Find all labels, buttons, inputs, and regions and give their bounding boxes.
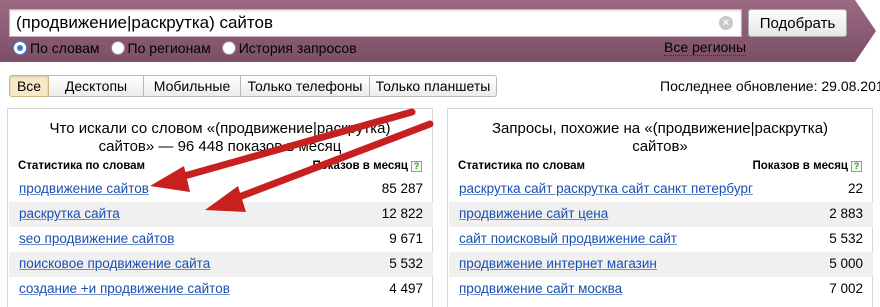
mode-radio-group: По словам По регионам История запросов <box>13 40 368 56</box>
mode-history[interactable]: История запросов <box>221 40 357 56</box>
impressions-count: 5 532 <box>389 256 423 271</box>
impressions-count: 9 671 <box>389 231 423 246</box>
close-icon[interactable]: × <box>719 16 733 30</box>
search-banner: × Подобрать По словам По регионам Истори… <box>0 0 880 62</box>
tab-mobile[interactable]: Мобильные <box>144 75 241 97</box>
column-header-count-label: Показов в месяц <box>752 160 849 172</box>
phrase-link[interactable]: seo продвижение сайтов <box>19 231 174 246</box>
mode-label: По регионам <box>127 40 211 56</box>
impressions-count: 22 <box>847 181 863 196</box>
mode-by-words[interactable]: По словам <box>13 40 100 56</box>
radio-unchecked-icon[interactable] <box>110 41 125 55</box>
device-tabs: Все Десктопы Мобильные Только телефоны Т… <box>9 75 497 97</box>
table-row: сайт поисковый продвижение сайт 5 532 <box>449 227 873 252</box>
radio-checked-icon[interactable] <box>13 41 27 55</box>
word-stats-panel: Что искали со словом «(продвижение|раскр… <box>7 108 433 307</box>
phrase-link[interactable]: продвижение сайт москва <box>459 281 622 296</box>
impressions-count: 2 883 <box>829 206 863 221</box>
impressions-count: 5 532 <box>829 231 863 246</box>
table-row: раскрутка сайта 12 822 <box>9 202 433 227</box>
tab-tablets-only[interactable]: Только планшеты <box>370 75 497 97</box>
search-box: × <box>9 9 742 37</box>
tab-all[interactable]: Все <box>9 75 49 97</box>
column-header-count-label: Показов в месяц <box>312 160 409 172</box>
word-stats-list: продвижение сайтов 85 287 раскрутка сайт… <box>9 177 433 302</box>
impressions-count: 85 287 <box>381 181 423 196</box>
panel-title: Что искали со словом «(продвижение|раскр… <box>49 120 391 155</box>
search-input[interactable] <box>16 12 706 34</box>
column-header-phrase: Статистика по словам <box>458 160 586 172</box>
phrase-link[interactable]: продвижение интернет магазин <box>459 256 657 271</box>
impressions-count: 12 822 <box>381 206 423 221</box>
mode-label: История запросов <box>238 40 357 56</box>
impressions-count: 4 497 <box>389 281 423 296</box>
help-icon[interactable]: ? <box>851 160 862 172</box>
mode-by-regions[interactable]: По регионам <box>110 40 211 56</box>
panel-title: Запросы, похожие на «(продвижение|раскру… <box>491 120 829 155</box>
phrase-link[interactable]: сайт поисковый продвижение сайт <box>459 231 677 246</box>
phrase-link[interactable]: поисковое продвижение сайта <box>19 256 210 271</box>
tab-phones-only[interactable]: Только телефоны <box>241 75 370 97</box>
phrase-link[interactable]: продвижение сайтов <box>19 181 149 196</box>
mode-label: По словам <box>30 40 100 56</box>
table-row: раскрутка сайт раскрутка сайт санкт пете… <box>449 177 873 202</box>
similar-queries-panel: Запросы, похожие на «(продвижение|раскру… <box>447 108 873 307</box>
impressions-count: 7 002 <box>829 281 863 296</box>
table-row: продвижение интернет магазин 5 000 <box>449 252 873 277</box>
similar-queries-list: раскрутка сайт раскрутка сайт санкт пете… <box>449 177 873 302</box>
phrase-link[interactable]: продвижение сайт цена <box>459 206 608 221</box>
all-regions-link[interactable]: Все регионы <box>664 40 747 56</box>
table-row: создание +и продвижение сайтов 4 497 <box>9 277 433 302</box>
column-header-phrase: Статистика по словам <box>18 160 146 172</box>
table-row: продвижение сайт цена 2 883 <box>449 202 873 227</box>
table-row: продвижение сайт москва 7 002 <box>449 277 873 302</box>
submit-button[interactable]: Подобрать <box>748 9 847 37</box>
column-header-count: Показов в месяц ? <box>752 160 862 172</box>
phrase-link[interactable]: раскрутка сайта <box>19 206 120 221</box>
column-header-count: Показов в месяц ? <box>312 160 422 172</box>
radio-unchecked-icon[interactable] <box>221 41 236 55</box>
table-row: seo продвижение сайтов 9 671 <box>9 227 433 252</box>
impressions-count: 5 000 <box>829 256 863 271</box>
tab-desktop[interactable]: Десктопы <box>49 75 144 97</box>
last-update-text: Последнее обновление: 29.08.2019 <box>660 78 880 94</box>
phrase-link[interactable]: создание +и продвижение сайтов <box>19 281 230 296</box>
help-icon[interactable]: ? <box>411 160 422 172</box>
table-row: поисковое продвижение сайта 5 532 <box>9 252 433 277</box>
phrase-link[interactable]: раскрутка сайт раскрутка сайт санкт пете… <box>459 181 753 196</box>
table-row: продвижение сайтов 85 287 <box>9 177 433 202</box>
